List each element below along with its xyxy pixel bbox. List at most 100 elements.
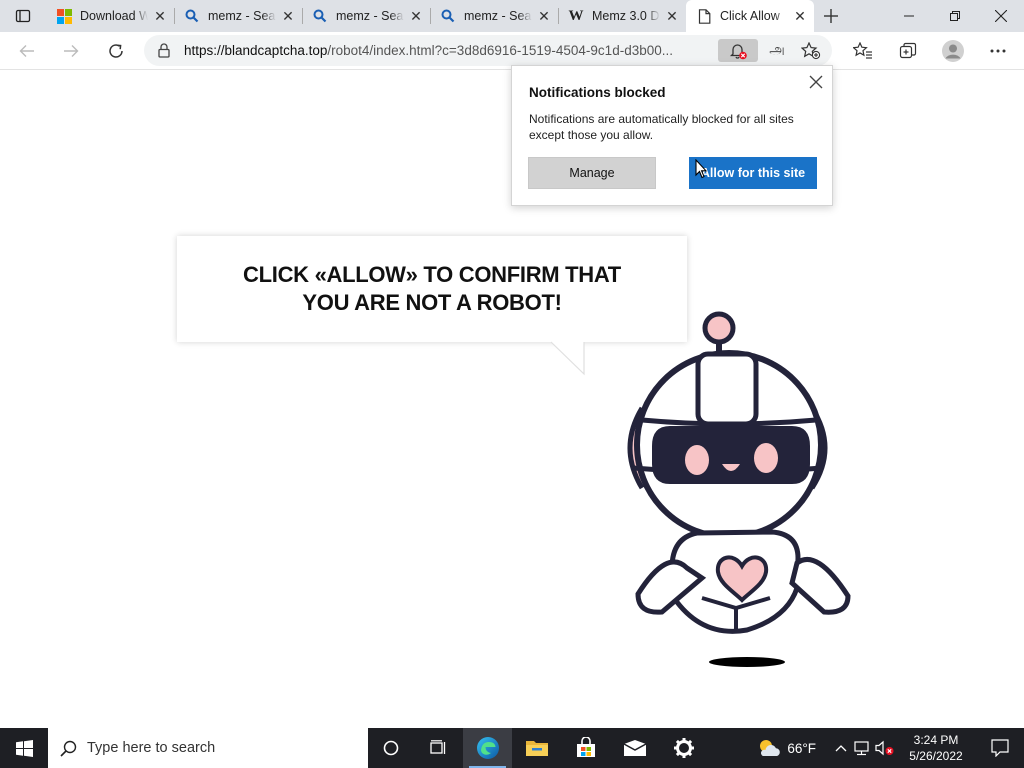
bell-blocked-icon bbox=[729, 43, 747, 59]
window-controls bbox=[886, 0, 1024, 32]
refresh-button[interactable] bbox=[96, 35, 136, 67]
system-tray: 66°F 3:24 PM 5/26/2022 bbox=[757, 728, 1024, 768]
volume-button[interactable] bbox=[874, 728, 896, 768]
url-text[interactable]: https://blandcaptcha.top/robot4/index.ht… bbox=[184, 43, 709, 58]
weather-temperature: 66°F bbox=[787, 740, 816, 756]
close-window-button[interactable] bbox=[978, 0, 1024, 32]
task-view-button[interactable] bbox=[414, 728, 463, 768]
read-aloud-button[interactable]: அ bbox=[764, 39, 790, 62]
windows-logo-icon bbox=[56, 8, 72, 24]
file-explorer-button[interactable] bbox=[512, 728, 561, 768]
more-dots-icon bbox=[990, 49, 1005, 53]
action-center-button[interactable] bbox=[976, 728, 1024, 768]
forward-button[interactable] bbox=[51, 35, 91, 67]
search-icon bbox=[312, 8, 328, 24]
tab-memz-search-3[interactable]: memz - Sea ✕ bbox=[430, 0, 558, 32]
restore-icon bbox=[950, 11, 960, 21]
tab-strip: Download W ✕ memz - Sea ✕ memz - Sea ✕ m… bbox=[0, 0, 1024, 32]
tab-title: Memz 3.0 D bbox=[592, 9, 660, 23]
back-arrow-icon bbox=[19, 44, 34, 57]
settings-icon bbox=[673, 738, 694, 758]
tab-title: memz - Sea bbox=[208, 9, 276, 23]
cortana-icon bbox=[383, 740, 399, 756]
notifications-blocked-popup: Notifications blocked Notifications are … bbox=[511, 65, 833, 206]
search-icon bbox=[60, 740, 77, 757]
taskbar-search-box[interactable]: Type here to search bbox=[48, 728, 368, 768]
search-placeholder: Type here to search bbox=[87, 740, 216, 756]
store-button[interactable] bbox=[561, 728, 610, 768]
store-icon bbox=[576, 737, 595, 757]
page-headline: CLICK «ALLOW» TO CONFIRM THAT YOU ARE NO… bbox=[243, 262, 621, 315]
settings-menu-button[interactable] bbox=[975, 35, 1020, 67]
search-icon bbox=[184, 8, 200, 24]
lock-icon[interactable] bbox=[144, 43, 184, 58]
back-button[interactable] bbox=[7, 35, 47, 67]
tab-title: Click Allow bbox=[720, 9, 780, 23]
network-button[interactable] bbox=[852, 728, 874, 768]
popup-title: Notifications blocked bbox=[529, 85, 666, 100]
task-view-icon bbox=[429, 740, 445, 754]
close-tab-icon[interactable]: ✕ bbox=[408, 8, 424, 24]
toolbar-right-icons bbox=[840, 35, 1020, 67]
url-host: https://blandcaptcha.top bbox=[184, 43, 328, 58]
close-icon bbox=[995, 10, 1007, 22]
manage-button[interactable]: Manage bbox=[528, 157, 656, 189]
speech-bubble-tail bbox=[550, 341, 585, 376]
close-icon[interactable] bbox=[808, 74, 824, 90]
close-tab-icon[interactable]: ✕ bbox=[536, 8, 552, 24]
read-aloud-icon: அ bbox=[769, 41, 785, 57]
cortana-button[interactable] bbox=[368, 728, 414, 768]
close-tab-icon[interactable]: ✕ bbox=[152, 8, 168, 24]
notifications-blocked-button[interactable] bbox=[718, 39, 758, 62]
minimize-button[interactable] bbox=[886, 0, 932, 32]
speech-bubble: CLICK «ALLOW» TO CONFIRM THAT YOU ARE NO… bbox=[177, 236, 687, 342]
profile-button[interactable] bbox=[930, 35, 975, 67]
close-tab-icon[interactable]: ✕ bbox=[664, 8, 680, 24]
url-path: /robot4/index.html?c=3d8d6916-1519-4504-… bbox=[327, 43, 673, 58]
tab-title: Download W bbox=[80, 9, 148, 23]
robot-shadow bbox=[709, 657, 785, 667]
mail-button[interactable] bbox=[610, 728, 659, 768]
tab-memz-search-2[interactable]: memz - Sea ✕ bbox=[302, 0, 430, 32]
tab-actions-button[interactable] bbox=[0, 0, 46, 32]
robot-head bbox=[633, 350, 824, 540]
new-tab-button[interactable] bbox=[814, 0, 848, 32]
wikipedia-icon: W bbox=[568, 7, 584, 24]
tab-download-windows[interactable]: Download W ✕ bbox=[46, 0, 174, 32]
popup-body: Notifications are automatically blocked … bbox=[529, 112, 794, 142]
tab-title: memz - Sea bbox=[464, 9, 532, 23]
avatar-icon bbox=[941, 40, 964, 62]
page-icon bbox=[696, 8, 712, 24]
tab-memz-wiki[interactable]: W Memz 3.0 D ✕ bbox=[558, 0, 686, 32]
settings-button[interactable] bbox=[659, 728, 708, 768]
close-tab-icon[interactable]: ✕ bbox=[280, 8, 296, 24]
forward-arrow-icon bbox=[64, 44, 79, 57]
notification-center-icon bbox=[991, 739, 1009, 757]
weather-widget[interactable]: 66°F bbox=[757, 738, 816, 758]
tab-click-allow[interactable]: Click Allow ✕ bbox=[686, 0, 814, 32]
tab-actions-icon bbox=[15, 9, 31, 23]
clock[interactable]: 3:24 PM 5/26/2022 bbox=[896, 732, 976, 764]
robot-illustration bbox=[627, 311, 851, 667]
close-tab-icon[interactable]: ✕ bbox=[792, 8, 808, 24]
tab-memz-search-1[interactable]: memz - Sea ✕ bbox=[174, 0, 302, 32]
volume-muted-icon bbox=[875, 740, 894, 756]
allow-for-this-site-button[interactable]: Allow for this site bbox=[689, 157, 817, 189]
plus-icon bbox=[824, 9, 838, 23]
star-add-icon bbox=[801, 41, 821, 59]
chevron-up-icon bbox=[835, 745, 847, 752]
address-bar[interactable]: https://blandcaptcha.top/robot4/index.ht… bbox=[144, 35, 832, 66]
edge-app-button[interactable] bbox=[463, 728, 512, 768]
collections-button[interactable] bbox=[885, 35, 930, 67]
clock-time: 3:24 PM bbox=[913, 733, 959, 747]
show-hidden-icons-button[interactable] bbox=[830, 728, 852, 768]
mouse-pointer-icon bbox=[695, 159, 707, 179]
refresh-icon bbox=[109, 43, 123, 58]
clock-date: 5/26/2022 bbox=[909, 749, 963, 763]
restore-button[interactable] bbox=[932, 0, 978, 32]
weather-partly-sunny-icon bbox=[760, 740, 781, 756]
start-button[interactable] bbox=[0, 728, 48, 768]
favorites-button[interactable] bbox=[840, 35, 885, 67]
edge-icon bbox=[476, 737, 499, 759]
add-favorite-button[interactable] bbox=[798, 39, 824, 62]
